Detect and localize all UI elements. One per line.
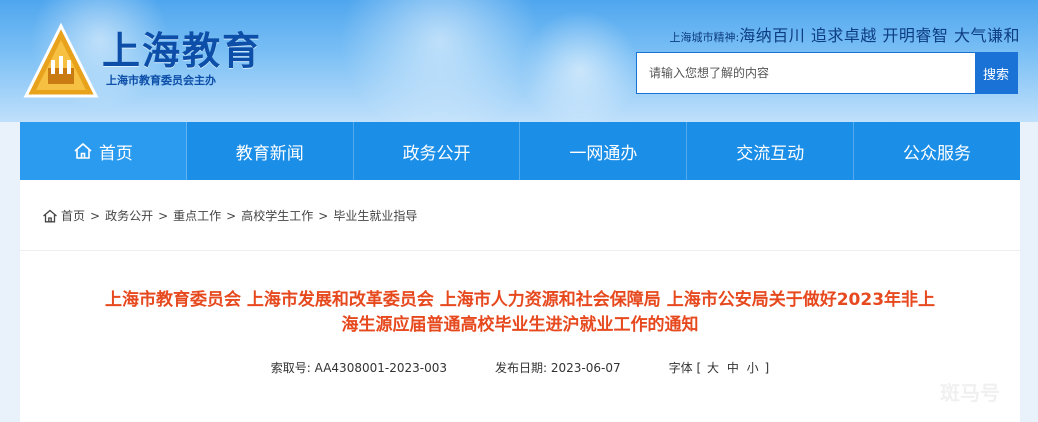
site-subtitle: 上海市教育委员会主办	[106, 74, 216, 87]
home-icon	[73, 142, 93, 160]
index-number-value: AA4308001-2023-003	[314, 361, 447, 375]
site-title: 上海教育	[102, 29, 263, 73]
breadcrumb: 首页 > 政务公开 > 重点工作 > 高校学生工作 > 毕业生就业指导	[42, 207, 417, 224]
logo-emblem-icon	[23, 22, 99, 98]
index-number: 索取号: AA4308001-2023-003	[271, 359, 447, 376]
index-number-label: 索取号:	[270, 361, 311, 375]
breadcrumb-link[interactable]: 重点工作	[173, 207, 221, 224]
nav-item-gov-affairs[interactable]: 政务公开	[354, 122, 521, 180]
home-icon	[42, 209, 58, 223]
search-bar: 搜索	[636, 52, 1018, 94]
nav-item-home[interactable]: 首页	[20, 122, 187, 180]
article-title: 上海市教育委员会 上海市发展和改革委员会 上海市人力资源和社会保障局 上海市公安…	[20, 288, 1020, 338]
breadcrumb-separator: >	[318, 208, 329, 223]
nav-item-online-services[interactable]: 一网通办	[520, 122, 688, 180]
font-size-bracket: [	[696, 361, 702, 375]
publish-date-label: 发布日期:	[494, 361, 548, 375]
article-title-line: 上海市教育委员会 上海市发展和改革委员会 上海市人力资源和社会保障局 上海市公安…	[104, 290, 936, 310]
breadcrumb-link[interactable]: 政务公开	[105, 207, 153, 224]
font-size-bracket: ]	[764, 361, 770, 375]
breadcrumb-link[interactable]: 首页	[61, 207, 85, 224]
header-decoration	[330, 0, 550, 122]
article-title-line: 海生源应届普通高校毕业生进沪就业工作的通知	[341, 315, 699, 335]
article-meta: 索取号: AA4308001-2023-003 发布日期: 2023-06-07…	[20, 359, 1020, 376]
search-button[interactable]: 搜索	[975, 53, 1017, 93]
city-spirit: 上海城市精神: 海纳百川 追求卓越 开明睿智 大气谦和	[670, 22, 1020, 46]
watermark: 斑马号	[940, 381, 1000, 405]
search-input[interactable]	[637, 53, 975, 93]
font-size-switcher: 字体 [ 大 中 小 ]	[669, 359, 770, 376]
site-logo[interactable]: 上海教育 上海市教育委员会主办	[22, 16, 282, 106]
nav-item-label: 首页	[98, 143, 133, 164]
breadcrumb-separator: >	[226, 208, 237, 223]
breadcrumb-link[interactable]: 毕业生就业指导	[333, 207, 417, 224]
content-panel: 首页 > 政务公开 > 重点工作 > 高校学生工作 > 毕业生就业指导 上海市教…	[20, 180, 1020, 422]
breadcrumb-link[interactable]: 高校学生工作	[241, 207, 313, 224]
main-nav: 首页 教育新闻 政务公开 一网通办 交流互动 公众服务	[20, 122, 1020, 180]
breadcrumb-separator: >	[158, 208, 169, 223]
city-spirit-lead: 上海城市精神:	[669, 31, 740, 44]
publish-date-value: 2023-06-07	[550, 361, 621, 375]
site-header: 上海教育 上海市教育委员会主办 上海城市精神: 海纳百川 追求卓越 开明睿智 大…	[0, 0, 1038, 122]
font-size-small[interactable]: 小	[747, 361, 759, 375]
header-decoration	[520, 10, 640, 122]
publish-date: 发布日期: 2023-06-07	[495, 359, 621, 376]
nav-item-interaction[interactable]: 交流互动	[687, 122, 855, 180]
font-size-label: 字体	[668, 361, 693, 375]
breadcrumb-separator: >	[90, 208, 101, 223]
city-spirit-motto: 海纳百川 追求卓越 开明睿智 大气谦和	[739, 26, 1020, 45]
divider	[20, 250, 1020, 251]
nav-item-public-services[interactable]: 公众服务	[854, 122, 1020, 180]
font-size-large[interactable]: 大	[707, 361, 719, 375]
font-size-medium[interactable]: 中	[727, 361, 739, 375]
nav-item-news[interactable]: 教育新闻	[187, 122, 354, 180]
